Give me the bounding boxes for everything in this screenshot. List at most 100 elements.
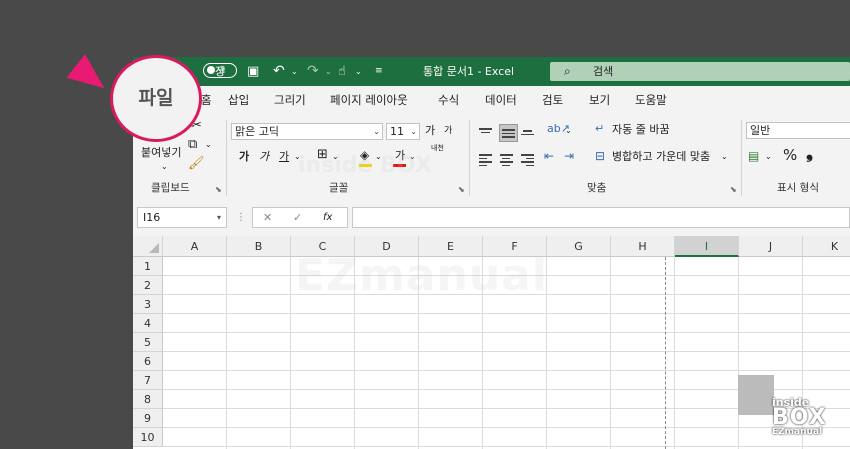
- align-bottom-icon[interactable]: [521, 128, 534, 140]
- merge-dropdown-icon[interactable]: ⌄: [721, 148, 728, 166]
- column-header-j[interactable]: J: [739, 236, 803, 257]
- tab-insert[interactable]: 삽입: [228, 86, 249, 114]
- paste-dropdown-icon[interactable]: ⌄: [161, 158, 168, 176]
- search-icon: ⌕: [564, 64, 571, 78]
- column-header-g[interactable]: G: [547, 236, 611, 257]
- insert-function-button[interactable]: fx: [323, 209, 332, 227]
- font-size-value: 11: [390, 125, 404, 138]
- row-header-5[interactable]: 5: [133, 333, 163, 352]
- name-box[interactable]: I16 ▾: [137, 207, 227, 228]
- align-center-icon[interactable]: [500, 152, 513, 166]
- clipboard-launcher-icon[interactable]: ⬊: [215, 185, 222, 194]
- align-top-icon[interactable]: [479, 126, 492, 138]
- font-size-select[interactable]: 11 ⌄: [386, 123, 420, 140]
- orientation-dropdown-icon[interactable]: ⌄: [565, 122, 572, 140]
- autosave-toggle[interactable]: 끔: [203, 63, 237, 78]
- chevron-down-icon: ⌄: [410, 127, 417, 136]
- tab-home[interactable]: 홈: [201, 86, 212, 114]
- touch-mode-icon[interactable]: ☝: [338, 57, 346, 86]
- more-icon: ⋮: [236, 212, 246, 223]
- chevron-down-icon: ⌄: [373, 127, 380, 136]
- page-break-line: [665, 257, 666, 449]
- tab-help[interactable]: 도움말: [635, 86, 667, 114]
- align-middle-icon[interactable]: [499, 124, 518, 142]
- formula-bar: I16 ▾ ⋮ ✕ ✓ fx: [133, 199, 850, 236]
- copy-dropdown-icon[interactable]: ⌄: [205, 136, 212, 154]
- italic-button[interactable]: 가: [259, 148, 269, 166]
- divider: [741, 120, 742, 196]
- undo-dropdown-icon[interactable]: ⌄: [291, 57, 298, 86]
- row-header-10[interactable]: 10: [133, 428, 163, 447]
- copy-icon[interactable]: ⧉: [188, 136, 197, 154]
- font-name-value: 맑은 고딕: [235, 125, 279, 138]
- row-header-1[interactable]: 1: [133, 257, 163, 276]
- underline-button[interactable]: 가: [279, 148, 289, 166]
- align-left-icon[interactable]: [479, 152, 492, 166]
- wrap-text-icon: ↵: [595, 122, 605, 135]
- tab-formulas[interactable]: 수식: [438, 86, 459, 114]
- undo-icon[interactable]: ↶: [273, 57, 285, 86]
- column-header-a[interactable]: A: [163, 236, 227, 257]
- customize-qat-icon[interactable]: ≡: [375, 57, 383, 86]
- row-header-9[interactable]: 9: [133, 409, 163, 428]
- select-all-corner[interactable]: [133, 236, 163, 257]
- merge-center-button[interactable]: 병합하고 가운데 맞춤: [612, 148, 710, 166]
- column-header-k[interactable]: K: [803, 236, 850, 257]
- tab-review[interactable]: 검토: [542, 86, 563, 114]
- shrink-font-button[interactable]: 가: [444, 122, 452, 140]
- touch-dropdown-icon[interactable]: ⌄: [355, 57, 362, 86]
- merge-center-icon: ⊟: [595, 149, 606, 163]
- divider: [469, 120, 470, 196]
- tab-draw[interactable]: 그리기: [274, 86, 306, 114]
- file-tab-label: 파일: [138, 87, 174, 109]
- increase-indent-icon[interactable]: ⇥: [564, 147, 574, 165]
- bold-button[interactable]: 가: [239, 148, 249, 166]
- number-format-value: 일반: [750, 124, 771, 137]
- font-launcher-icon[interactable]: ⬊: [458, 185, 465, 194]
- save-icon[interactable]: ▣: [247, 57, 259, 86]
- accounting-dropdown-icon[interactable]: ⌄: [765, 148, 772, 166]
- row-header-2[interactable]: 2: [133, 276, 163, 295]
- align-right-icon[interactable]: [521, 152, 534, 166]
- toggle-state-label: 끔: [219, 66, 226, 74]
- grow-font-button[interactable]: 가: [425, 122, 435, 140]
- formula-input[interactable]: [352, 207, 850, 228]
- decrease-indent-icon[interactable]: ⇤: [544, 147, 554, 165]
- accounting-format-icon[interactable]: ▤: [748, 147, 759, 165]
- enter-icon[interactable]: ✓: [293, 209, 302, 227]
- watermark-top: inside BOX: [298, 153, 432, 178]
- ribbon-tabs: 홈 삽입 그리기 페이지 레이아웃 수식 데이터 검토 보기 도움말: [133, 86, 850, 114]
- logo-line3: EZmanual: [772, 427, 823, 437]
- redo-icon[interactable]: ↷: [307, 57, 319, 86]
- font-name-select[interactable]: 맑은 고딕 ⌄: [231, 123, 383, 140]
- format-painter-icon[interactable]: 🖌: [188, 155, 205, 173]
- number-format-select[interactable]: 일반: [746, 122, 850, 139]
- clipboard-group-label: 클립보드: [151, 182, 190, 194]
- toggle-knob: [207, 66, 215, 74]
- alignment-launcher-icon[interactable]: ⬊: [730, 185, 737, 194]
- file-tab-callout[interactable]: 파일: [110, 55, 202, 142]
- row-header-8[interactable]: 8: [133, 390, 163, 409]
- row-header-4[interactable]: 4: [133, 314, 163, 333]
- column-header-b[interactable]: B: [227, 236, 291, 257]
- column-header-i[interactable]: I: [675, 236, 739, 257]
- tab-page-layout[interactable]: 페이지 레이아웃: [330, 86, 408, 114]
- comma-button[interactable]: ❟: [806, 144, 813, 162]
- ribbon: ✂ ⧉ ⌄ 🖌 붙여넣기 ⌄ 클립보드 ⬊ 맑은 고딕 ⌄ 11 ⌄ 가 가 가…: [133, 114, 850, 200]
- font-group-label: 글꼴: [329, 182, 349, 194]
- redo-dropdown-icon[interactable]: ⌄: [325, 57, 332, 86]
- title-bar: 장 끔 ▣ ↶ ⌄ ↷ ⌄ ☝ ⌄ ≡ 통합 문서1 - Excel ⌕ 검색: [133, 57, 850, 86]
- phonetic-button[interactable]: 내천: [431, 144, 444, 153]
- tab-view[interactable]: 보기: [589, 86, 610, 114]
- search-box[interactable]: ⌕ 검색: [550, 62, 850, 81]
- cancel-icon[interactable]: ✕: [263, 209, 272, 227]
- column-header-h[interactable]: H: [611, 236, 675, 257]
- divider: [226, 120, 227, 196]
- tab-data[interactable]: 데이터: [485, 86, 517, 114]
- wrap-text-button[interactable]: 자동 줄 바꿈: [612, 121, 670, 139]
- row-header-7[interactable]: 7: [133, 371, 163, 390]
- percent-button[interactable]: %: [783, 146, 797, 164]
- row-header-3[interactable]: 3: [133, 295, 163, 314]
- row-header-6[interactable]: 6: [133, 352, 163, 371]
- chevron-down-icon: ▾: [216, 213, 221, 222]
